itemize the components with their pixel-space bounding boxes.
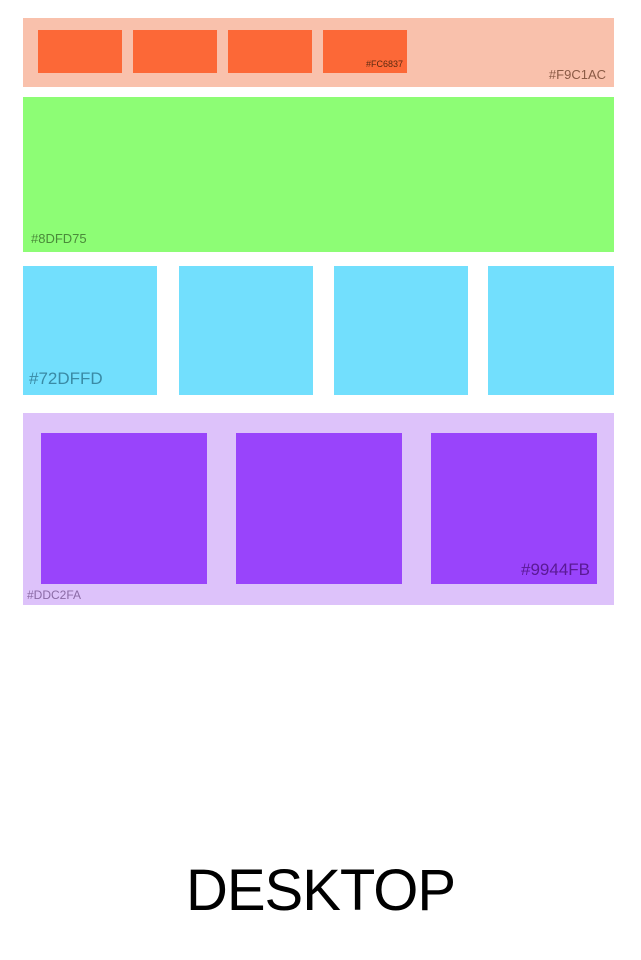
- card-band: #9944FB #DDC2FA: [23, 413, 614, 605]
- page-title: DESKTOP: [185, 858, 456, 923]
- nav-box: [38, 30, 122, 73]
- card-band-color-label: #DDC2FA: [27, 588, 82, 602]
- hero-band-color-label: #8DFD75: [31, 231, 87, 246]
- card: [41, 433, 207, 584]
- feature-row: #72DFFD: [23, 266, 614, 395]
- feature-box: [179, 266, 313, 395]
- feature-box-color-label: #72DFFD: [29, 369, 103, 388]
- header-band: #FC6837 #F9C1AC: [23, 18, 614, 87]
- layout-page: #FC6837 #F9C1AC #8DFD75 #72DFFD #9944FB …: [0, 0, 641, 960]
- card: #9944FB: [431, 433, 597, 584]
- card-color-label: #9944FB: [521, 560, 590, 579]
- feature-box: [488, 266, 614, 395]
- header-band-color-label: #F9C1AC: [548, 67, 606, 82]
- hero-band: #8DFD75: [23, 97, 614, 252]
- nav-box-color-label: #FC6837: [365, 59, 403, 69]
- nav-box: [133, 30, 217, 73]
- card: [236, 433, 402, 584]
- feature-box: [334, 266, 468, 395]
- feature-box: #72DFFD: [23, 266, 157, 395]
- nav-box: [228, 30, 312, 73]
- nav-box: #FC6837: [323, 30, 407, 73]
